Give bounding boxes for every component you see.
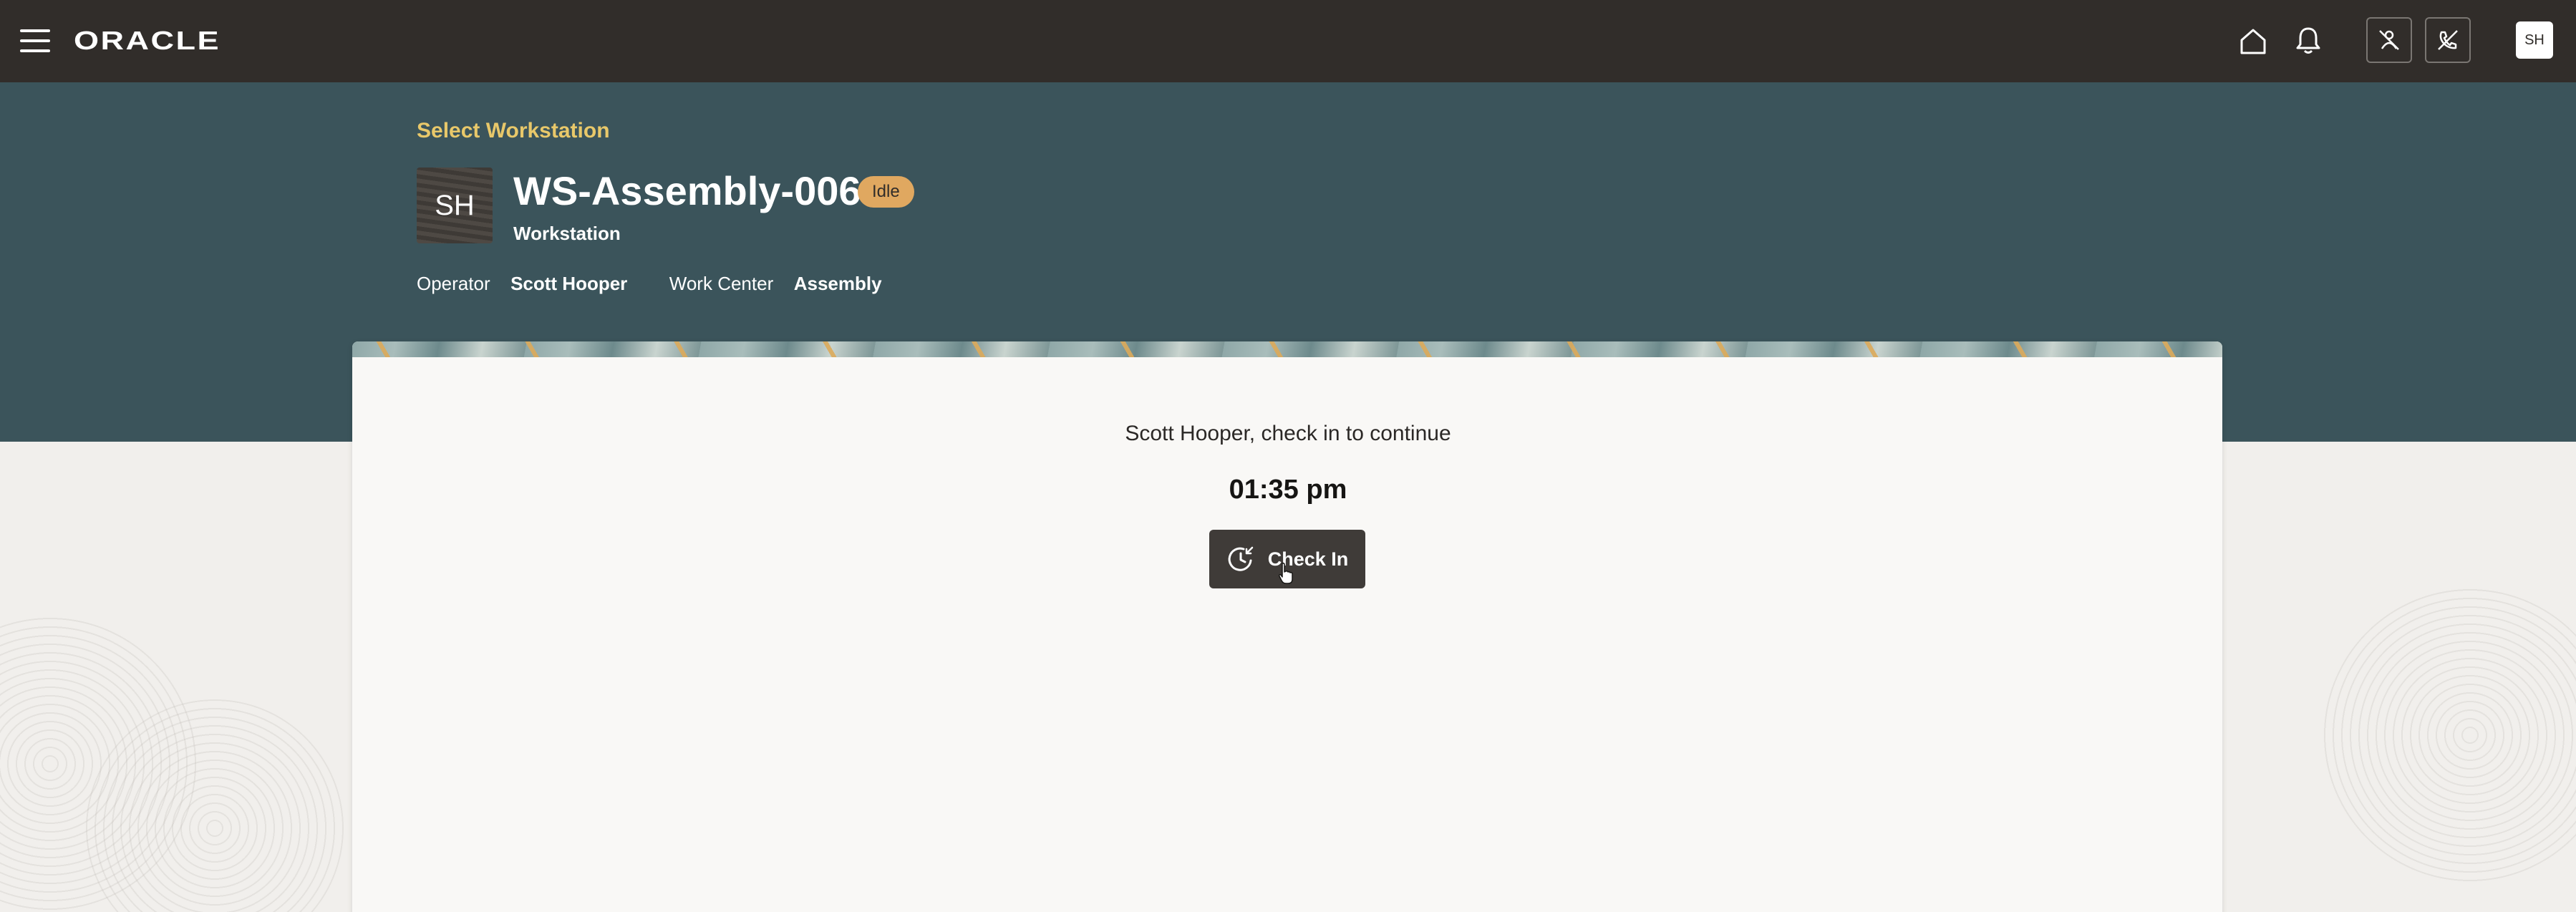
pointer-cursor-icon	[1278, 562, 1295, 585]
clock-arrow-icon	[1226, 545, 1255, 573]
check-in-prompt: Scott Hooper, check in to continue	[1125, 422, 1451, 445]
work-center-value: Assembly	[793, 273, 882, 294]
select-workstation-link[interactable]: Select Workstation	[417, 117, 610, 145]
bell-icon[interactable]	[2293, 25, 2323, 57]
operator-label: Operator	[417, 273, 490, 294]
status-badge: Idle	[858, 176, 914, 208]
person-off-icon[interactable]	[2366, 17, 2412, 63]
top-navigation-bar: ORACLE SH	[0, 0, 2576, 83]
oracle-logo[interactable]: ORACLE	[74, 25, 221, 57]
work-center-label: Work Center	[669, 273, 774, 294]
card-banner-pattern	[352, 341, 2222, 357]
operator-value: Scott Hooper	[510, 273, 628, 294]
workstation-avatar: SH	[417, 168, 493, 243]
page: ORACLE SH Select Workstation SH WS-Assem…	[0, 0, 2576, 912]
current-time: 01:35 pm	[1229, 475, 1347, 505]
page-title: WS-Assembly-006	[513, 168, 861, 213]
workstation-meta: Operator Scott Hooper Work Center Assemb…	[417, 271, 882, 296]
page-subtitle: Workstation	[513, 223, 621, 244]
home-icon[interactable]	[2238, 26, 2268, 57]
menu-icon[interactable]	[20, 29, 50, 52]
user-avatar[interactable]: SH	[2516, 21, 2553, 59]
phone-off-icon[interactable]	[2425, 17, 2471, 63]
